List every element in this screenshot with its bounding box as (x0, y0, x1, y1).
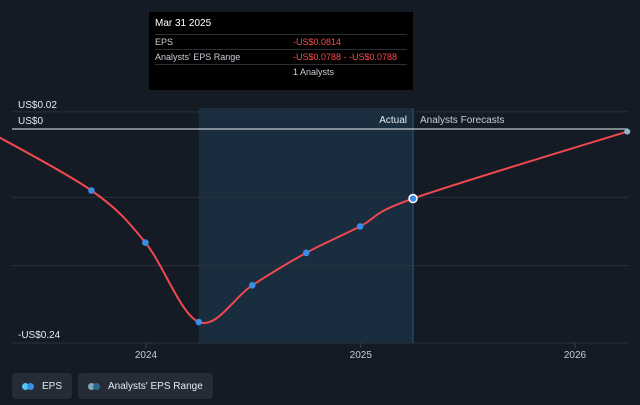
tooltip: Mar 31 2025 EPS -US$0.0814 Analysts' EPS… (149, 12, 413, 90)
eps-point[interactable] (142, 239, 149, 246)
legend-eps-range-button[interactable]: Analysts' EPS Range (78, 373, 213, 399)
tooltip-date: Mar 31 2025 (155, 18, 212, 29)
eps-point[interactable] (195, 318, 203, 326)
y-label-zero: US$0 (18, 116, 43, 127)
x-tick-label: 2025 (350, 350, 373, 361)
y-label-top: US$0.02 (18, 100, 57, 111)
tooltip-value: 1 Analysts (293, 67, 335, 77)
forecast-label: Analysts Forecasts (420, 115, 504, 126)
eps-range-legend-icon (88, 382, 101, 390)
legend-label: Analysts' EPS Range (108, 380, 203, 392)
tooltip-value: -US$0.0814 (293, 37, 342, 47)
legend-label: EPS (42, 380, 63, 392)
eps-point[interactable] (302, 249, 310, 257)
tooltip-value: -US$0.0788 - -US$0.0788 (293, 52, 398, 62)
x-axis-ticks: 2024 2025 2026 (135, 343, 587, 361)
y-label-bottom: -US$0.24 (18, 330, 61, 341)
eps-point[interactable] (624, 128, 631, 135)
tooltip-row-eps: EPS -US$0.0814 (155, 34, 407, 49)
legend: EPS Analysts' EPS Range (12, 373, 213, 399)
forecast-shade (198, 108, 414, 343)
eps-point[interactable] (248, 282, 256, 289)
tooltip-label: EPS (155, 37, 174, 47)
x-tick-label: 2024 (135, 350, 158, 361)
tooltip-row-range: Analysts' EPS Range -US$0.0788 - -US$0.0… (155, 49, 407, 64)
x-tick-label: 2026 (564, 350, 587, 361)
eps-point[interactable] (356, 223, 364, 230)
eps-point[interactable] (88, 187, 95, 194)
eps-point[interactable] (408, 193, 418, 204)
eps-legend-icon (22, 382, 34, 390)
tooltip-row-analysts: 1 Analysts (155, 64, 407, 79)
legend-eps-button[interactable]: EPS (12, 373, 73, 399)
tooltip-label: Analysts' EPS Range (155, 52, 241, 62)
actual-label: Actual (379, 115, 407, 126)
